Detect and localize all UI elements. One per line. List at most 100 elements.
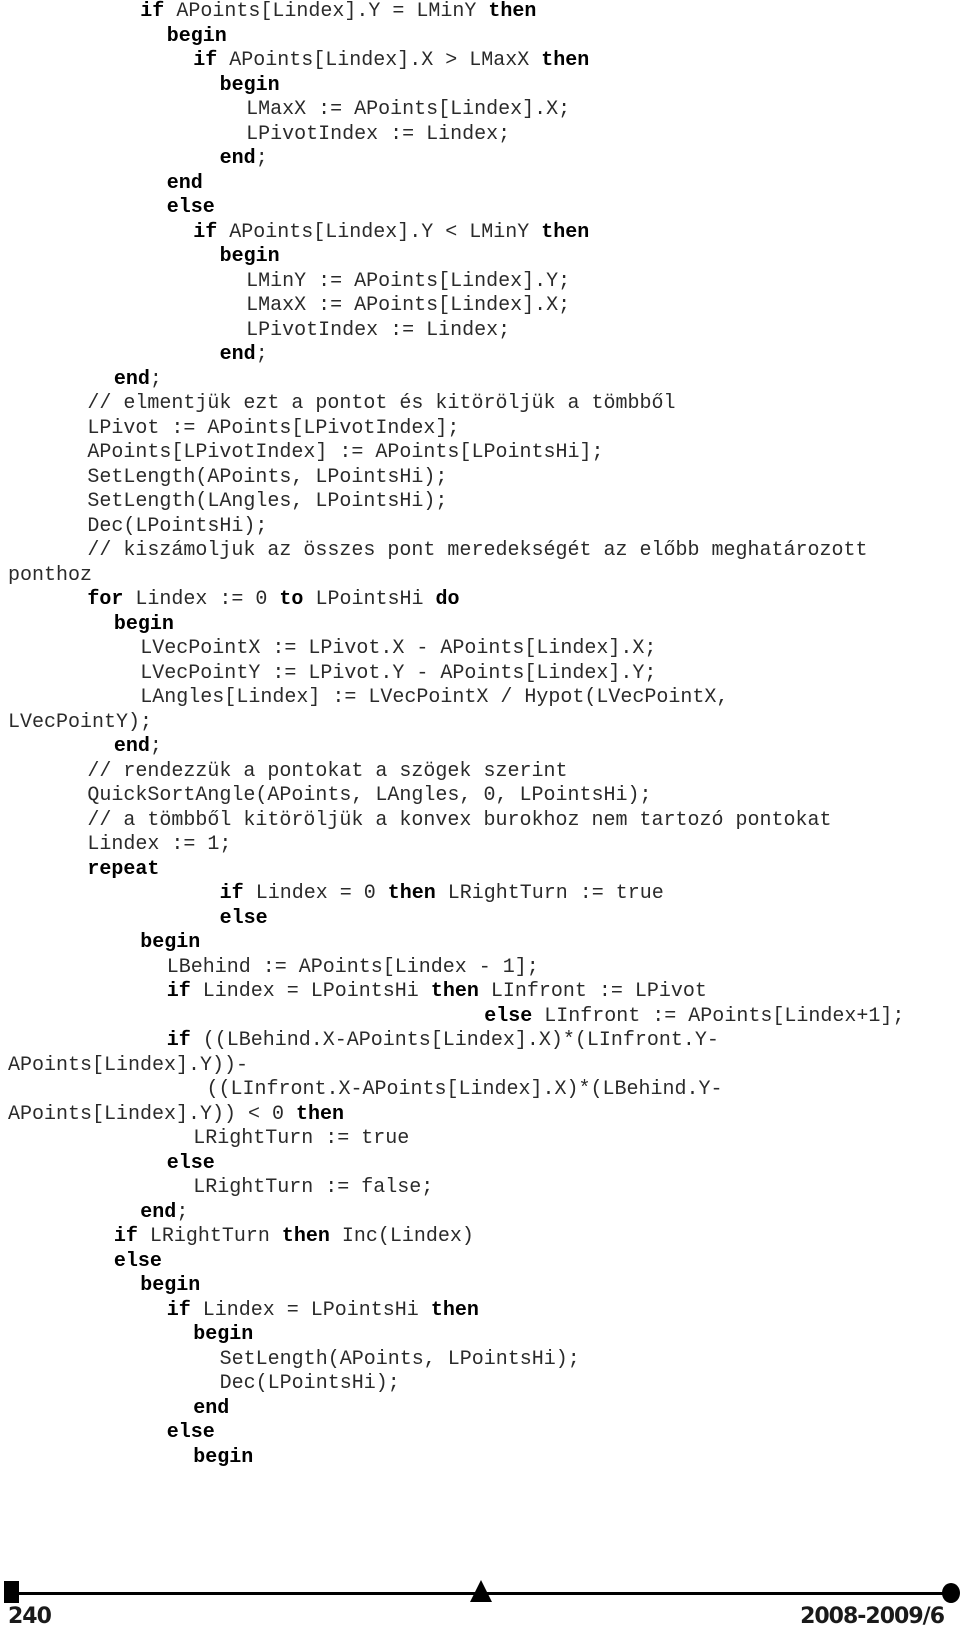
code-line: // rendezzük a pontokat a szögek szerint — [0, 760, 960, 785]
code-line: else LInfront := APoints[Lindex+1]; — [0, 1005, 960, 1030]
code-text: LRightTurn := true — [435, 882, 664, 905]
code-line: begin — [0, 613, 960, 638]
code-line: SetLength(APoints, LPointsHi); — [0, 1348, 960, 1373]
code-keyword: then — [430, 980, 479, 1003]
code-text: QuickSortAngle(APoints, LAngles, 0, LPoi… — [87, 784, 652, 807]
triangle-marker-icon — [470, 1580, 492, 1602]
code-text: SetLength(LAngles, LPointsHi); — [87, 490, 448, 513]
code-line: begin — [0, 1274, 960, 1299]
code-line: // a tömbből kitöröljük a konvex burokho… — [0, 809, 960, 834]
code-text: LMinY := APoints[Lindex].Y; — [246, 269, 571, 293]
code-text: ; — [149, 367, 162, 391]
code-line: LMaxX := APoints[Lindex].X; — [0, 294, 960, 319]
code-keyword: if — [193, 49, 218, 72]
code-line: LAngles[Lindex] := LVecPointX / Hypot(LV… — [0, 686, 960, 711]
code-text: Lindex := 1; — [87, 833, 232, 856]
code-text: APoints[Lindex].Y)) < 0 — [8, 1102, 297, 1126]
code-line: SetLength(LAngles, LPointsHi); — [0, 490, 960, 515]
code-listing: if APoints[Lindex].Y = LMinY then begin if… — [0, 0, 960, 1470]
code-text: Lindex = LPointsHi — [190, 1298, 431, 1322]
code-line: if Lindex = LPointsHi then — [0, 1299, 960, 1324]
code-keyword: else — [484, 1004, 533, 1028]
code-keyword: if — [113, 1225, 138, 1248]
code-text: LMaxX := APoints[Lindex].X; — [246, 294, 571, 317]
code-keyword: to — [279, 588, 304, 611]
code-text: SetLength(APoints, LPointsHi); — [87, 465, 448, 489]
code-line: begin — [0, 245, 960, 270]
code-text: APoints[Lindex].Y < LMinY — [217, 220, 542, 244]
code-line: end; — [0, 735, 960, 760]
code-line: end; — [0, 343, 960, 368]
code-line: LBehind := APoints[Lindex - 1]; — [0, 956, 960, 981]
code-text: LVecPointY := LPivot.Y - APoints[Lindex]… — [140, 661, 657, 685]
code-keyword: else — [219, 906, 268, 930]
code-text: Dec(LPointsHi); — [219, 1372, 400, 1395]
code-keyword: end — [166, 171, 203, 195]
code-line: if LRightTurn then Inc(Lindex) — [0, 1225, 960, 1250]
code-line: SetLength(APoints, LPointsHi); — [0, 466, 960, 491]
code-line: // kiszámoljuk az összes pont meredekség… — [0, 539, 960, 564]
code-text: ((LBehind.X-APoints[Lindex].X)*(LInfront… — [190, 1029, 719, 1052]
code-keyword: if — [166, 1029, 191, 1052]
square-marker-icon — [4, 1581, 19, 1603]
code-text: Inc(Lindex) — [329, 1225, 474, 1248]
code-line: LRightTurn := true — [0, 1127, 960, 1152]
code-text: LInfront := LPivot — [478, 980, 707, 1003]
code-line: APoints[Lindex].Y)) < 0 then — [0, 1103, 960, 1128]
code-line: else — [0, 1152, 960, 1177]
code-line: ponthoz — [0, 564, 960, 589]
code-text: ; — [176, 1200, 189, 1224]
code-line: end — [0, 1397, 960, 1422]
code-line: ((LInfront.X-APoints[Lindex].X)*(LBehind… — [0, 1078, 960, 1103]
code-line: APoints[Lindex].Y))- — [0, 1054, 960, 1079]
code-keyword: then — [296, 1102, 345, 1126]
code-line: LPivotIndex := Lindex; — [0, 319, 960, 344]
code-text: Lindex = 0 — [243, 882, 388, 905]
code-text: Lindex := 0 — [123, 588, 280, 611]
code-line: LMaxX := APoints[Lindex].X; — [0, 98, 960, 123]
code-line: end; — [0, 368, 960, 393]
code-text: ((LInfront.X-APoints[Lindex].X)*(LBehind… — [206, 1078, 723, 1101]
code-keyword: for — [87, 588, 124, 611]
code-text: ; — [255, 147, 268, 170]
code-text: LPivotIndex := Lindex; — [246, 318, 511, 342]
page-number: 240 — [8, 1604, 52, 1629]
code-line: if ((LBehind.X-APoints[Lindex].X)*(LInfr… — [0, 1029, 960, 1054]
code-keyword: begin — [140, 1274, 201, 1297]
code-keyword: then — [430, 1298, 479, 1322]
code-text: Dec(LPointsHi); — [87, 514, 268, 538]
code-keyword: end — [219, 147, 256, 170]
code-keyword: begin — [140, 931, 201, 954]
code-line: // elmentjük ezt a pontot és kitöröljük … — [0, 392, 960, 417]
code-keyword: else — [113, 1249, 162, 1273]
code-text: LVecPointX := LPivot.X - APoints[Lindex]… — [140, 637, 657, 660]
code-line: Dec(LPointsHi); — [0, 515, 960, 540]
code-text: LPivotIndex := Lindex; — [246, 122, 511, 146]
code-text: LMaxX := APoints[Lindex].X; — [246, 98, 571, 121]
code-line: if Lindex = LPointsHi then LInfront := L… — [0, 980, 960, 1005]
code-line: begin — [0, 74, 960, 99]
code-text: LVecPointY); — [8, 710, 153, 734]
code-text: APoints[Lindex].Y))- — [8, 1053, 249, 1077]
code-keyword: end — [193, 1396, 230, 1420]
code-text: LRightTurn := false; — [193, 1176, 434, 1199]
code-keyword: else — [166, 196, 215, 219]
code-text: LPivot := APoints[LPivotIndex]; — [87, 416, 460, 440]
code-line: for Lindex := 0 to LPointsHi do — [0, 588, 960, 613]
code-line: else — [0, 1421, 960, 1446]
code-keyword: begin — [166, 24, 227, 48]
code-line: Dec(LPointsHi); — [0, 1372, 960, 1397]
code-line: if APoints[Lindex].X > LMaxX then — [0, 49, 960, 74]
code-keyword: begin — [219, 245, 280, 268]
code-line: Lindex := 1; — [0, 833, 960, 858]
code-text: ponthoz — [8, 563, 93, 587]
code-text: LAngles[Lindex] := LVecPointX / Hypot(LV… — [140, 686, 729, 709]
code-line: LVecPointX := LPivot.X - APoints[Lindex]… — [0, 637, 960, 662]
code-keyword: if — [193, 220, 218, 244]
code-keyword: end — [219, 343, 256, 366]
code-keyword: then — [541, 49, 590, 72]
code-text: LInfront := APoints[Lindex+1]; — [532, 1004, 905, 1028]
code-keyword: if — [219, 882, 244, 905]
code-text: // kiszámoljuk az összes pont meredekség… — [87, 539, 868, 562]
code-line: QuickSortAngle(APoints, LAngles, 0, LPoi… — [0, 784, 960, 809]
